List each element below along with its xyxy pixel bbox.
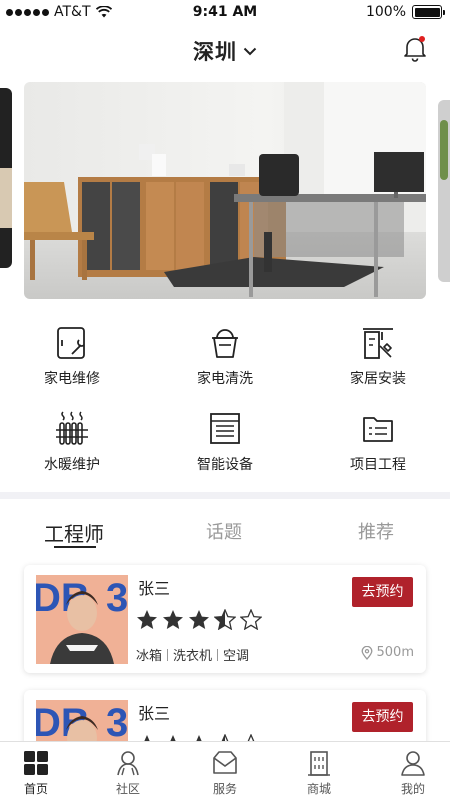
tabbar-label: 首页 [23, 782, 48, 796]
smart-device-icon [210, 413, 240, 444]
bottom-tab-bar: 首页 社区 服务 商城 我的 [0, 741, 450, 800]
service-project-engineering[interactable]: 项目工程 [318, 410, 438, 474]
profile-icon [401, 751, 425, 776]
home-grid-icon [24, 751, 48, 775]
skill-tag: 空调 [223, 649, 250, 664]
star-empty-icon [240, 609, 262, 630]
service-grid: 家电维修 家电清洗 家居安装 水暖维护 智能设备 项目工程 [0, 322, 450, 482]
tab-recommended[interactable]: 推荐 [358, 518, 394, 544]
star-half-icon [214, 609, 236, 630]
skill-tags: 冰箱 洗衣机 空调 [136, 645, 249, 664]
folder-icon [363, 417, 393, 442]
distance: 500m [361, 645, 414, 660]
banner-image[interactable] [24, 82, 426, 299]
service-label: 项目工程 [350, 457, 406, 473]
section-divider [0, 492, 450, 499]
battery-icon [412, 5, 445, 19]
status-bar: AT&T 9:41 AM 100% [0, 0, 450, 26]
mall-icon [308, 751, 330, 776]
battery-group: 100% [365, 4, 445, 20]
engineer-name: 张三 [138, 579, 171, 598]
chevron-down-icon [243, 47, 257, 55]
city-selector[interactable]: 深圳 [0, 36, 450, 66]
distance-label: 500m [376, 645, 414, 660]
header: 深圳 [0, 30, 450, 70]
tabbar-profile[interactable]: 我的 [383, 750, 443, 797]
book-button[interactable]: 去预约 [352, 702, 413, 732]
content-tabs: 工程师 话题 推荐 [0, 510, 450, 550]
radiator-icon [56, 411, 88, 445]
engineer-avatar: DB 3 [36, 575, 128, 664]
banner-carousel[interactable] [0, 82, 450, 300]
star-filled-icon [189, 610, 209, 629]
tag-separator [217, 648, 219, 661]
tag-separator [167, 648, 169, 661]
appliance-repair-icon [57, 327, 85, 359]
service-label: 家电清洗 [197, 371, 253, 387]
tabbar-home[interactable]: 首页 [6, 750, 66, 797]
door-install-icon [363, 328, 393, 359]
tabbar-label: 社区 [115, 782, 140, 796]
location-pin-icon [361, 645, 372, 660]
service-appliance-repair[interactable]: 家电维修 [12, 326, 132, 388]
star-filled-icon [137, 610, 157, 629]
bucket-icon [212, 329, 238, 358]
tab-engineers[interactable]: 工程师 [44, 518, 104, 547]
engineer-name: 张三 [138, 704, 171, 723]
svg-text:3: 3 [106, 701, 128, 745]
battery-label: 100% [365, 4, 406, 20]
engineer-card[interactable]: DB 3 张三 去预约 冰箱 洗衣机 空调 500m [24, 565, 426, 673]
svg-text:3: 3 [106, 576, 128, 620]
banner-prev-card[interactable] [0, 88, 12, 268]
skill-tag: 洗衣机 [173, 649, 213, 664]
tabbar-label: 服务 [212, 782, 237, 796]
service-label: 家电维修 [44, 371, 100, 387]
community-icon [117, 751, 139, 776]
service-plumbing-heating[interactable]: 水暖维护 [12, 410, 132, 474]
rating-stars [136, 609, 262, 630]
notification-dot [419, 36, 425, 42]
service-label: 水暖维护 [44, 457, 100, 473]
service-icon [213, 751, 237, 774]
skill-tag: 冰箱 [136, 649, 163, 664]
service-label: 智能设备 [197, 457, 253, 473]
service-appliance-cleaning[interactable]: 家电清洗 [165, 326, 285, 388]
service-label: 家居安装 [350, 371, 406, 387]
service-home-install[interactable]: 家居安装 [318, 326, 438, 388]
active-tab-indicator [54, 546, 96, 548]
notification-bell-icon[interactable] [402, 34, 428, 62]
tabbar-community[interactable]: 社区 [98, 750, 158, 797]
tabbar-label: 商城 [306, 782, 331, 796]
tabbar-label: 我的 [400, 782, 425, 796]
tab-topics[interactable]: 话题 [206, 518, 242, 544]
tabbar-mall[interactable]: 商城 [289, 750, 349, 797]
banner-next-card[interactable] [438, 100, 450, 282]
tabbar-service[interactable]: 服务 [195, 750, 255, 797]
city-label: 深圳 [193, 40, 237, 64]
book-button[interactable]: 去预约 [352, 577, 413, 607]
service-smart-device[interactable]: 智能设备 [165, 410, 285, 474]
star-filled-icon [163, 610, 183, 629]
